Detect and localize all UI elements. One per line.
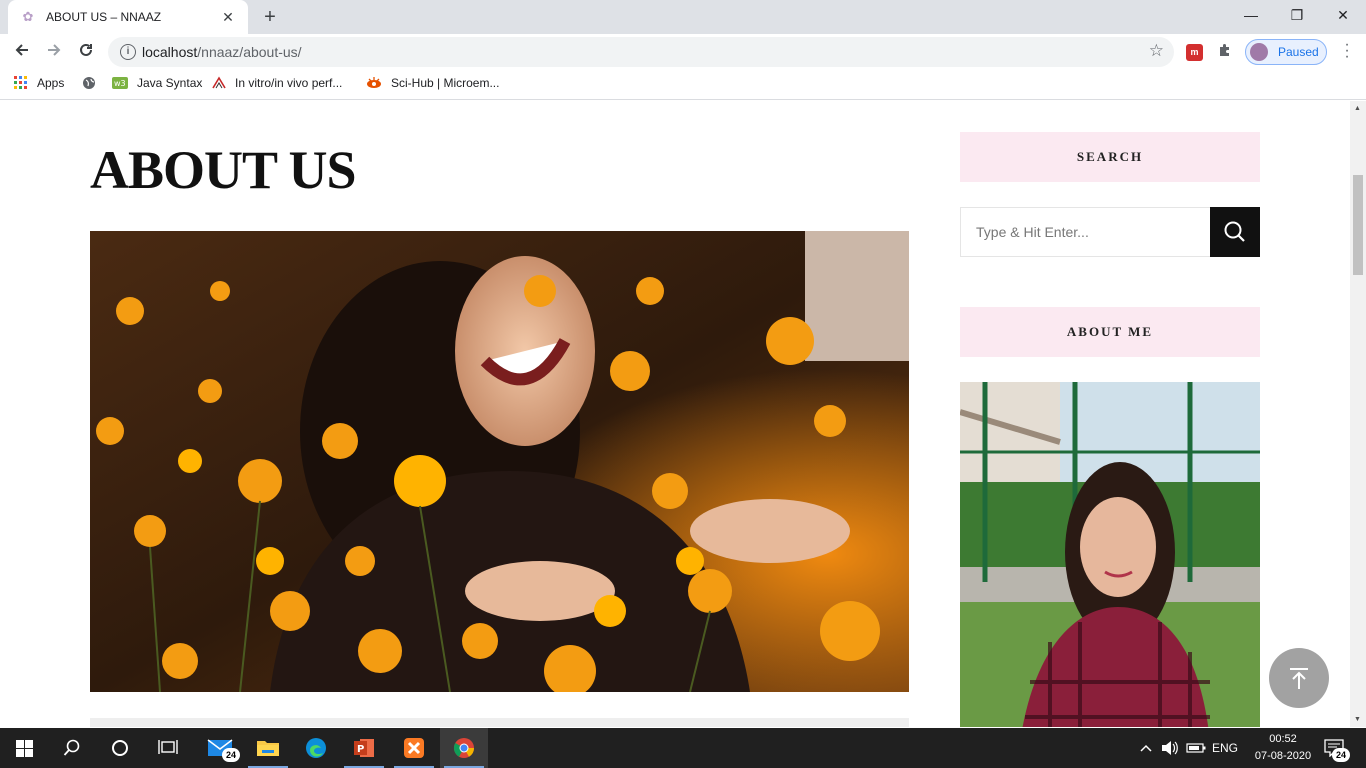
sci-hub-icon (367, 77, 381, 88)
svg-text:w3: w3 (114, 79, 126, 88)
restore-button[interactable]: ❐ (1274, 0, 1320, 30)
bookmark-label: In vitro/in vivo perf... (235, 76, 343, 90)
info-icon[interactable]: i (120, 44, 136, 60)
show-hidden-icons-button[interactable] (1140, 728, 1152, 768)
battery-icon (1186, 743, 1206, 753)
extensions-puzzle-icon[interactable] (1217, 42, 1233, 63)
speaker-icon (1162, 741, 1178, 755)
avatar (1250, 43, 1268, 61)
search-widget-title: SEARCH (960, 132, 1260, 182)
bookmark-java-syntax[interactable]: w3 Java Syntax (112, 76, 202, 90)
bookmark-label: Sci-Hub | Microem... (391, 76, 500, 90)
arrow-up-icon (1290, 668, 1308, 689)
page-title: ABOUT US (90, 140, 357, 200)
bookmark-globe[interactable] (82, 76, 105, 90)
close-tab-icon[interactable]: ✕ (220, 9, 236, 26)
volume-button[interactable] (1161, 728, 1179, 768)
svg-text:P: P (357, 744, 364, 755)
start-button[interactable] (0, 728, 48, 768)
in-vitro-icon (212, 76, 226, 89)
back-button[interactable] (10, 40, 34, 64)
search-form (960, 207, 1260, 257)
reload-icon (80, 43, 92, 56)
notification-badge: 24 (1332, 748, 1350, 762)
magnifier-icon (63, 739, 80, 756)
address-bar[interactable]: i localhost/nnaaz/about-us/ ☆ (108, 37, 1174, 67)
page-scrollbar[interactable]: ▲ ▼ (1350, 101, 1366, 727)
bookmark-label: Apps (37, 76, 65, 90)
tab-title: ABOUT US – NNAAZ (46, 10, 162, 24)
profile-button[interactable]: Paused (1245, 39, 1327, 65)
page-viewport: ABOUT US SEARCH Type & Hit Enter... ABOU… (0, 101, 1350, 727)
forward-arrow-icon (48, 44, 61, 56)
browser-menu-icon[interactable]: · · · (1342, 37, 1352, 65)
scrollbar-thumb[interactable] (1353, 175, 1363, 275)
about-me-widget-title: ABOUT ME (960, 307, 1260, 357)
hero-image (90, 231, 909, 692)
bookmark-star-icon[interactable]: ☆ (1149, 41, 1164, 61)
powerpoint-button[interactable]: P (340, 728, 388, 768)
search-icon (1224, 221, 1245, 242)
url-host: localhost (142, 44, 198, 60)
reload-button[interactable] (74, 40, 98, 64)
extension-icon[interactable]: m (1186, 44, 1203, 61)
mail-badge: 24 (222, 748, 240, 762)
bookmarks-bar: Apps w3 Java Syntax In vitro/in vivo per… (0, 70, 1366, 100)
windows-taskbar: 24 P ENG 00:52 07-08-2020 24 (0, 728, 1366, 768)
tab-bar: ✿ ABOUT US – NNAAZ ✕ + — ❐ ✕ (0, 0, 1366, 34)
scroll-up-icon[interactable]: ▲ (1354, 105, 1361, 112)
edge-browser-button[interactable] (292, 728, 340, 768)
cortana-circle-icon (112, 740, 128, 756)
search-input[interactable] (961, 208, 1211, 256)
minimize-button[interactable]: — (1228, 0, 1274, 30)
about-me-photo (960, 382, 1260, 727)
url-text: localhost/nnaaz/about-us/ (142, 44, 302, 60)
close-window-button[interactable]: ✕ (1320, 0, 1366, 30)
system-clock[interactable]: 00:52 07-08-2020 (1250, 731, 1316, 765)
profile-status-label: Paused (1278, 45, 1319, 59)
mail-app-button[interactable]: 24 (196, 728, 244, 768)
clock-time: 00:52 (1269, 733, 1297, 745)
hero-photo-illustration (90, 231, 909, 692)
action-center-button[interactable]: 24 (1324, 728, 1350, 768)
content-box (90, 718, 909, 727)
search-button[interactable] (1210, 207, 1260, 257)
file-explorer-button[interactable] (244, 728, 292, 768)
chevron-up-icon (1140, 744, 1152, 752)
forward-button[interactable] (42, 40, 66, 64)
globe-icon (83, 77, 95, 89)
powerpoint-icon: P (354, 739, 374, 757)
scroll-down-icon[interactable]: ▼ (1354, 716, 1361, 723)
site-favicon-icon: ✿ (22, 9, 34, 24)
browser-toolbar: i localhost/nnaaz/about-us/ ☆ m Paused ·… (0, 34, 1366, 70)
bookmark-sci-hub[interactable]: Sci-Hub | Microem... (366, 76, 499, 90)
new-tab-button[interactable]: + (258, 6, 282, 28)
back-to-top-button[interactable] (1269, 648, 1329, 708)
apps-grid-icon (14, 76, 27, 89)
java-syntax-icon: w3 (112, 77, 128, 89)
puzzle-piece-icon (1220, 44, 1229, 56)
back-arrow-icon (15, 44, 28, 56)
clock-date: 07-08-2020 (1254, 750, 1312, 762)
search-taskbar-button[interactable] (48, 728, 96, 768)
xampp-button[interactable] (390, 728, 438, 768)
task-view-button[interactable] (144, 728, 192, 768)
language-indicator[interactable]: ENG (1212, 728, 1238, 768)
bookmark-apps[interactable]: Apps (14, 76, 64, 90)
windows-logo-icon (15, 739, 33, 757)
cortana-button[interactable] (96, 728, 144, 768)
portrait-illustration (960, 382, 1260, 727)
task-view-icon (158, 740, 178, 754)
chrome-button[interactable] (440, 728, 488, 768)
url-path: /nnaaz/about-us/ (197, 44, 302, 60)
battery-button[interactable] (1186, 728, 1206, 768)
edge-icon (306, 738, 326, 758)
bookmark-in-vitro[interactable]: In vitro/in vivo perf... (212, 76, 342, 90)
chrome-icon (453, 738, 475, 758)
folder-icon (257, 741, 279, 756)
browser-tab[interactable]: ✿ ABOUT US – NNAAZ ✕ (8, 0, 248, 34)
xampp-icon (404, 738, 424, 758)
bookmark-label: Java Syntax (137, 76, 203, 90)
